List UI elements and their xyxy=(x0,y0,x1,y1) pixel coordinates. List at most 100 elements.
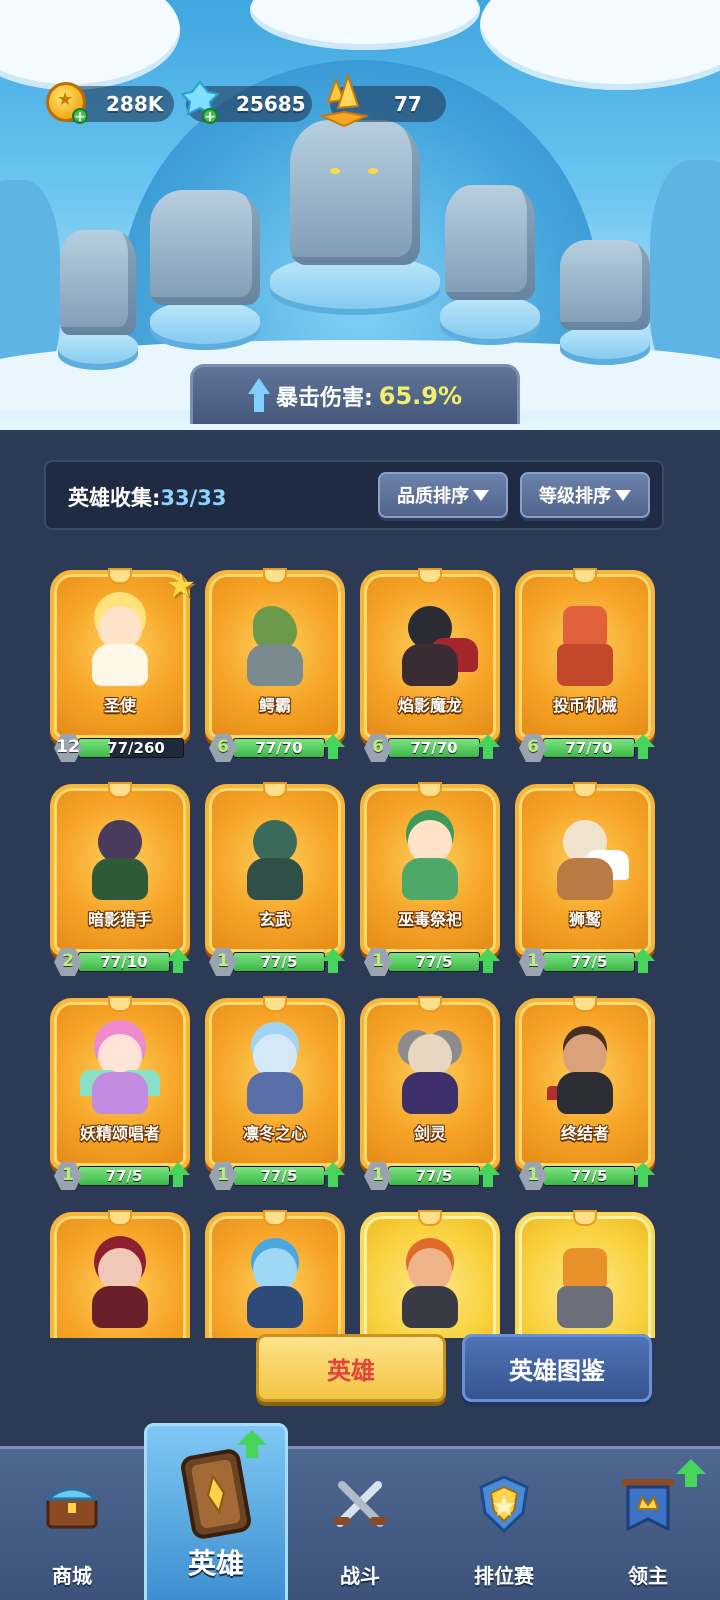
progress-text: 77/10 xyxy=(100,953,148,971)
statue-machine xyxy=(560,240,650,330)
upgrade-available-icon xyxy=(237,1430,267,1460)
card-gem xyxy=(573,568,597,584)
nav-lord[interactable]: 领主 xyxy=(576,1449,720,1600)
hero-card[interactable]: 玄武 77/5 1 xyxy=(205,782,345,982)
card-gem xyxy=(418,996,442,1012)
shard-progress-bar: 77/5 xyxy=(543,1166,635,1186)
level-number: 1 xyxy=(527,951,539,971)
upgrade-arrow-icon xyxy=(631,1162,655,1188)
upgrade-arrow-icon xyxy=(631,948,655,974)
shard-progress-bar: 77/10 xyxy=(78,952,170,972)
hero-level-row: 77/10 2 xyxy=(54,948,190,976)
level-number: 6 xyxy=(217,737,229,757)
statue-dragon xyxy=(290,120,420,265)
statue-hooded xyxy=(445,185,535,300)
hero-level-row: 77/70 6 xyxy=(519,734,655,762)
hero-portrait xyxy=(545,812,625,902)
gold-value: 288K xyxy=(106,92,164,116)
crystal-icon xyxy=(318,72,370,128)
hero-name: 狮鹫 xyxy=(568,910,601,929)
card-gem xyxy=(573,782,597,798)
portrait-body xyxy=(247,1072,303,1114)
hero-level-row: 77/5 1 xyxy=(209,1162,345,1190)
tab-hero[interactable]: 英雄 xyxy=(256,1334,446,1402)
hero-card[interactable]: 狮鹫 77/5 1 xyxy=(515,782,655,982)
hero-card[interactable]: 暗影猎手 77/10 2 xyxy=(50,782,190,982)
ranked-shield-icon xyxy=(479,1475,529,1534)
level-number: 1 xyxy=(217,1165,229,1185)
hero-name: 剑灵 xyxy=(413,1124,446,1143)
add-gold-icon[interactable]: + xyxy=(72,108,88,125)
hero-name: 终结者 xyxy=(560,1124,609,1143)
hero-card[interactable]: 鳄霸 77/70 6 xyxy=(205,568,345,768)
tab-hero-codex[interactable]: 英雄图鉴 xyxy=(462,1334,652,1402)
card-gem xyxy=(573,996,597,1012)
hero-name: 暗影猎手 xyxy=(87,910,152,929)
crystal-counter[interactable]: 77 xyxy=(318,72,446,128)
hero-portrait xyxy=(390,1026,470,1116)
hero-name: 巫毒祭祀 xyxy=(397,910,462,929)
nav-hero[interactable]: 英雄 xyxy=(144,1423,288,1600)
card-gem xyxy=(263,996,287,1012)
portrait-body xyxy=(92,644,148,686)
nav-battle[interactable]: 战斗 xyxy=(288,1449,432,1600)
progress-text: 77/5 xyxy=(260,953,298,971)
portrait-body xyxy=(557,644,613,686)
hero-card[interactable]: 终结者 77/5 1 xyxy=(515,996,655,1196)
upgrade-arrow-icon xyxy=(321,1162,345,1188)
hero-portrait xyxy=(235,1240,315,1330)
hero-card[interactable]: 剑灵 77/5 1 xyxy=(360,996,500,1196)
hero-card[interactable] xyxy=(205,1210,345,1338)
diamond-counter[interactable]: + 25685 xyxy=(180,80,312,125)
progress-text: 77/70 xyxy=(255,739,303,757)
hero-level-row: 77/70 6 xyxy=(364,734,500,762)
hero-card[interactable] xyxy=(50,1210,190,1338)
hero-card[interactable]: 凛冬之心 77/5 1 xyxy=(205,996,345,1196)
hero-name: 圣使 xyxy=(103,696,136,715)
card-gem xyxy=(418,1210,442,1226)
hero-name: 玄武 xyxy=(258,910,291,929)
hero-level-row: 77/5 1 xyxy=(364,948,500,976)
nav-shop[interactable]: 商城 xyxy=(0,1449,144,1600)
dropdown-triangle-icon xyxy=(615,489,631,501)
nav-ranked[interactable]: 排位赛 xyxy=(432,1449,576,1600)
shard-progress-bar: 77/5 xyxy=(233,1166,325,1186)
hero-portrait xyxy=(390,1240,470,1330)
crit-up-arrow-icon xyxy=(247,377,270,414)
hero-card[interactable] xyxy=(515,1210,655,1338)
level-number: 1 xyxy=(527,1165,539,1185)
bottom-nav: 商城 英雄 战斗 排位赛 领主 xyxy=(0,1423,720,1600)
gold-counter[interactable]: + 288K xyxy=(46,82,174,125)
hero-card[interactable]: 巫毒祭祀 77/5 1 xyxy=(360,782,500,982)
sort-by-level-button[interactable]: 等级排序 xyxy=(520,472,650,518)
hero-level-row: 77/70 6 xyxy=(209,734,345,762)
hero-card[interactable]: 焰影魔龙 77/70 6 xyxy=(360,568,500,768)
statue-gryphon xyxy=(150,190,260,305)
hero-card[interactable]: 妖精颂唱者 77/5 1 xyxy=(50,996,190,1196)
snow-decoration xyxy=(250,0,480,50)
hero-portrait xyxy=(80,812,160,902)
hero-card[interactable]: 投币机械 77/70 6 xyxy=(515,568,655,768)
portrait-body xyxy=(247,858,303,900)
crit-value: 65.9% xyxy=(378,381,463,410)
hero-portrait xyxy=(80,1026,160,1116)
progress-text: 77/70 xyxy=(565,739,613,757)
nav-hero-label: 英雄 xyxy=(187,1547,244,1580)
progress-text: 77/5 xyxy=(260,1167,298,1185)
upgrade-arrow-icon xyxy=(321,948,345,974)
portrait-body xyxy=(92,1286,148,1328)
sort-by-quality-button[interactable]: 品质排序 xyxy=(378,472,508,518)
portrait-body xyxy=(402,644,458,686)
hero-card[interactable]: ★ 圣使 77/260 12 xyxy=(50,566,196,768)
card-gem xyxy=(263,568,287,584)
collection-label: 英雄收集: xyxy=(68,486,161,510)
hero-name: 鳄霸 xyxy=(258,696,291,715)
hero-card[interactable] xyxy=(360,1210,500,1338)
hero-portrait xyxy=(235,598,315,688)
star-icon: ★ xyxy=(165,566,196,606)
hero-name: 妖精颂唱者 xyxy=(79,1124,160,1143)
shard-progress-bar: 77/5 xyxy=(233,952,325,972)
sort-level-label: 等级排序 xyxy=(539,486,611,507)
progress-text: 77/5 xyxy=(570,1167,608,1185)
add-diamond-icon[interactable]: + xyxy=(202,108,218,125)
